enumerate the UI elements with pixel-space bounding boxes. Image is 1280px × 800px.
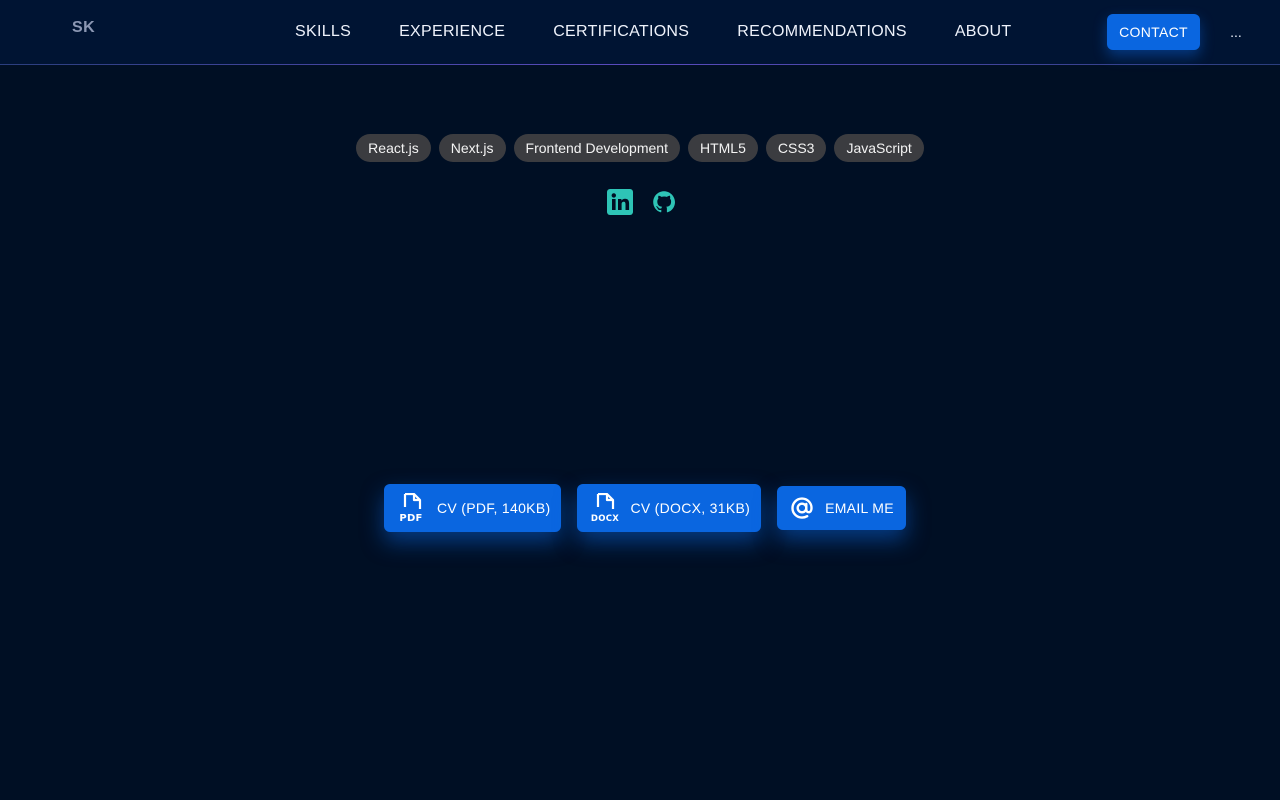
nav-link-recommendations[interactable]: RECOMMENDATIONS — [737, 23, 907, 41]
contact-button[interactable]: CONTACT — [1107, 14, 1200, 50]
nav-link-about[interactable]: ABOUT — [955, 23, 1012, 41]
github-icon[interactable] — [650, 188, 678, 216]
nav-link-certifications[interactable]: CERTIFICATIONS — [553, 23, 689, 41]
download-cv-pdf-button[interactable]: PDF CV (PDF, 140KB) — [384, 484, 562, 532]
svg-text:DOCX: DOCX — [591, 514, 619, 523]
cv-pdf-label: CV (PDF, 140KB) — [437, 500, 551, 516]
skill-tag: HTML5 — [687, 134, 758, 162]
more-menu-button[interactable]: ... — [1226, 22, 1246, 42]
cta-buttons: PDF CV (PDF, 140KB) DOCX CV (DOCX, 31KB)… — [384, 484, 906, 532]
email-me-button[interactable]: EMAIL ME — [777, 486, 906, 530]
nav-link-skills[interactable]: SKILLS — [295, 23, 351, 41]
docx-file-icon: DOCX — [591, 493, 619, 523]
skill-tag: CSS3 — [765, 134, 827, 162]
navbar: SK SKILLS EXPERIENCE CERTIFICATIONS RECO… — [0, 0, 1280, 65]
skill-tag: React.js — [356, 134, 431, 162]
logo[interactable]: SK — [72, 19, 95, 37]
nav-link-experience[interactable]: EXPERIENCE — [399, 23, 505, 41]
svg-text:PDF: PDF — [399, 513, 422, 523]
skill-tag: JavaScript — [834, 134, 924, 162]
pdf-file-icon: PDF — [399, 493, 422, 523]
nav-links: SKILLS EXPERIENCE CERTIFICATIONS RECOMME… — [295, 22, 1011, 42]
linkedin-icon[interactable] — [606, 188, 634, 216]
email-me-label: EMAIL ME — [825, 500, 894, 516]
download-cv-docx-button[interactable]: DOCX CV (DOCX, 31KB) — [577, 484, 762, 532]
social-links — [606, 188, 678, 216]
cv-docx-label: CV (DOCX, 31KB) — [630, 500, 751, 516]
skill-tags: React.js Next.js Frontend Development HT… — [0, 134, 1280, 162]
skill-tag: Frontend Development — [513, 134, 680, 162]
at-sign-icon — [791, 497, 813, 519]
skill-tag: Next.js — [438, 134, 506, 162]
